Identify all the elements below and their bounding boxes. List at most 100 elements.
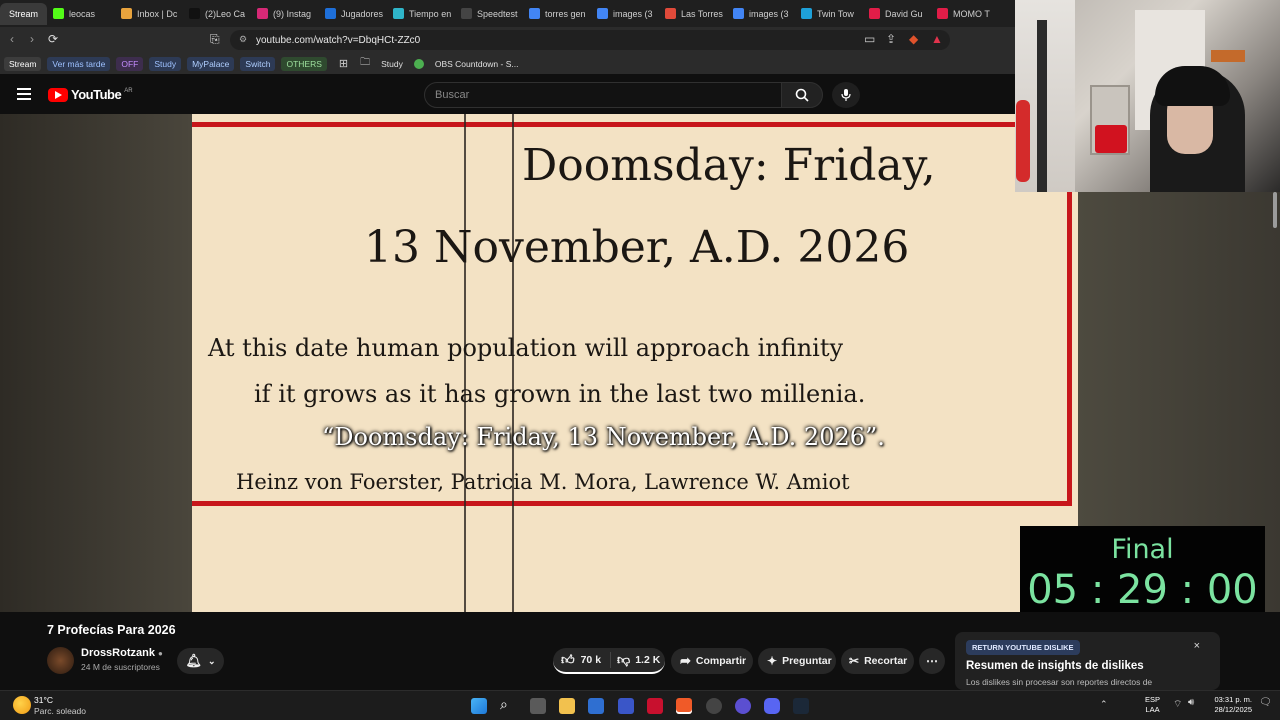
browser-tab[interactable]: Tiempo en bbox=[387, 3, 455, 25]
tab-label: David Gu bbox=[885, 8, 923, 19]
menu-icon[interactable] bbox=[17, 88, 31, 100]
taskbar-search-icon[interactable]: ⌕ bbox=[500, 696, 516, 712]
app-red-icon[interactable] bbox=[647, 698, 663, 714]
brave-shield-icon[interactable]: ◆ bbox=[909, 32, 918, 46]
bookmark-item[interactable]: Stream bbox=[4, 56, 42, 71]
clip-label: Recortar bbox=[864, 655, 908, 667]
like-dislike-group: 👍︎ 70 k 👎︎ 1.2 K bbox=[553, 648, 665, 674]
wifi-icon[interactable]: ⌔ bbox=[1173, 698, 1182, 711]
bookmark-item[interactable]: OFF bbox=[116, 56, 144, 71]
popup-text: Los dislikes sin procesar son reportes d… bbox=[966, 677, 1153, 687]
share-icon: ➦ bbox=[680, 653, 691, 668]
address-bar[interactable]: ⚙ youtube.com/watch?v=DbqHCt-ZZc0 bbox=[230, 30, 950, 50]
steam-icon[interactable] bbox=[793, 698, 809, 714]
chevron-down-icon: ⌄ bbox=[207, 655, 216, 666]
obs-icon[interactable] bbox=[706, 698, 722, 714]
close-icon[interactable]: × bbox=[1194, 640, 1200, 652]
bookmark-item[interactable]: Study bbox=[376, 57, 408, 71]
search-input[interactable]: Buscar bbox=[424, 82, 782, 108]
tab-label: MOMO T bbox=[953, 8, 990, 19]
microphone-icon bbox=[841, 89, 851, 101]
bookmark-item[interactable]: OTHERS bbox=[281, 56, 327, 71]
back-icon[interactable]: ‹ bbox=[10, 32, 14, 46]
ask-button[interactable]: ✦ Preguntar bbox=[758, 648, 836, 674]
discord-icon[interactable] bbox=[764, 698, 780, 714]
bookmark-item[interactable]: MyPalace bbox=[187, 56, 235, 71]
more-actions-button[interactable]: ⋯ bbox=[919, 648, 945, 674]
browser-tab[interactable]: Las Torres bbox=[659, 3, 727, 25]
tab-favicon-icon bbox=[461, 8, 473, 19]
chevron-up-icon[interactable]: ⌃ bbox=[1100, 699, 1108, 710]
bookmark-item[interactable]: Switch bbox=[240, 56, 276, 71]
cast-icon[interactable]: ▭ bbox=[864, 32, 875, 46]
bookmark-item[interactable]: Study bbox=[149, 56, 182, 71]
browser-tab[interactable]: torres gen bbox=[523, 3, 591, 25]
app-icon[interactable] bbox=[618, 698, 634, 714]
browser-tab[interactable]: Inbox | Dc bbox=[115, 3, 183, 25]
search-button[interactable] bbox=[781, 82, 823, 108]
folder-icon: 🗀︎ bbox=[360, 57, 371, 68]
dislike-insights-popup: RETURN YOUTUBE DISLIKE × Resumen de insi… bbox=[955, 632, 1220, 690]
tab-favicon-icon bbox=[801, 8, 813, 19]
countdown-overlay: Final 05 : 29 : 00 bbox=[1020, 526, 1265, 612]
brave-browser-icon[interactable] bbox=[676, 698, 692, 714]
channel-avatar[interactable] bbox=[47, 647, 74, 674]
voice-search-button[interactable] bbox=[832, 82, 860, 108]
apps-grid-icon[interactable]: ⊞ bbox=[339, 57, 348, 70]
browser-tab[interactable]: Twin Tow bbox=[795, 3, 863, 25]
clock[interactable]: 03:31 p. m. 28/12/2025 bbox=[1208, 695, 1252, 715]
bookmark-item[interactable]: Ver más tarde bbox=[47, 56, 111, 71]
browser-tab[interactable]: Speedtest bbox=[455, 3, 523, 25]
paper-title-line-1: Doomsday: Friday, bbox=[522, 140, 936, 191]
brave-rewards-icon[interactable]: ▲ bbox=[931, 32, 943, 46]
tab-label: (2)Leo Ca bbox=[205, 8, 246, 19]
tab-label: Jugadores bbox=[341, 8, 384, 19]
search-icon bbox=[795, 88, 809, 102]
tab-favicon-icon bbox=[189, 8, 201, 19]
weather-temp: 31°C bbox=[34, 695, 53, 705]
tab-label: Las Torres bbox=[681, 8, 723, 19]
weather-icon[interactable] bbox=[13, 696, 31, 714]
paper-authors: Heinz von Foerster, Patricia M. Mora, La… bbox=[236, 470, 850, 494]
clock-time: 03:31 p. m. bbox=[1214, 695, 1252, 704]
bookmark-item[interactable]: OBS Countdown - S... bbox=[430, 57, 524, 71]
page-scrollbar[interactable] bbox=[1270, 192, 1280, 232]
clip-button[interactable]: ✂ Recortar bbox=[841, 648, 914, 674]
site-info-icon[interactable]: ⚙ bbox=[239, 34, 247, 45]
task-view-icon[interactable] bbox=[530, 698, 546, 714]
channel-name[interactable]: DrossRotzank bbox=[81, 647, 155, 659]
dislike-button[interactable]: 👎︎ 1.2 K bbox=[611, 652, 660, 668]
browser-tab[interactable]: images (3 bbox=[727, 3, 795, 25]
windows-start-icon[interactable] bbox=[471, 698, 487, 714]
app-circle-icon[interactable] bbox=[735, 698, 751, 714]
browser-tab[interactable]: (2)Leo Ca bbox=[183, 3, 251, 25]
video-title: 7 Profecías Para 2026 bbox=[47, 623, 176, 637]
browser-tab[interactable]: David Gu bbox=[863, 3, 931, 25]
forward-icon[interactable]: › bbox=[30, 32, 34, 46]
share-button[interactable]: ➦ Compartir bbox=[671, 648, 753, 674]
input-language[interactable]: ESP LAA bbox=[1145, 695, 1160, 715]
tab-label: images (3 bbox=[613, 8, 653, 19]
volume-icon[interactable]: 🔊︎ bbox=[1188, 697, 1194, 708]
lang-code: ESP bbox=[1145, 695, 1161, 704]
share-page-icon[interactable]: ⇪ bbox=[886, 32, 896, 46]
browser-tab[interactable]: (9) Instag bbox=[251, 3, 319, 25]
clock-date: 28/12/2025 bbox=[1214, 705, 1252, 714]
reload-icon[interactable]: ⟳ bbox=[48, 32, 58, 46]
browser-tab[interactable]: leocas bbox=[47, 3, 115, 25]
youtube-logo[interactable]: YouTube AR bbox=[48, 87, 133, 102]
browser-tab[interactable]: Jugadores bbox=[319, 3, 387, 25]
countdown-label: Final bbox=[1111, 534, 1174, 565]
store-icon[interactable] bbox=[588, 698, 604, 714]
browser-tab[interactable]: MOMO T bbox=[931, 3, 999, 25]
like-button[interactable]: 👍︎ 70 k bbox=[553, 652, 611, 668]
notification-center-icon[interactable]: 🗨︎ bbox=[1259, 697, 1272, 708]
channel-name-row[interactable]: DrossRotzank ● bbox=[81, 647, 163, 659]
ask-label: Preguntar bbox=[782, 655, 832, 667]
browser-tab[interactable]: images (3 bbox=[591, 3, 659, 25]
browser-tab[interactable]: Stream bbox=[0, 2, 48, 25]
file-explorer-icon[interactable] bbox=[559, 698, 575, 714]
bookmark-icon[interactable]: ⎘ bbox=[210, 32, 220, 47]
thumbs-down-icon: 👎︎ bbox=[617, 652, 631, 667]
notification-bell-button[interactable]: 🔔︎ ⌄ bbox=[177, 648, 224, 674]
